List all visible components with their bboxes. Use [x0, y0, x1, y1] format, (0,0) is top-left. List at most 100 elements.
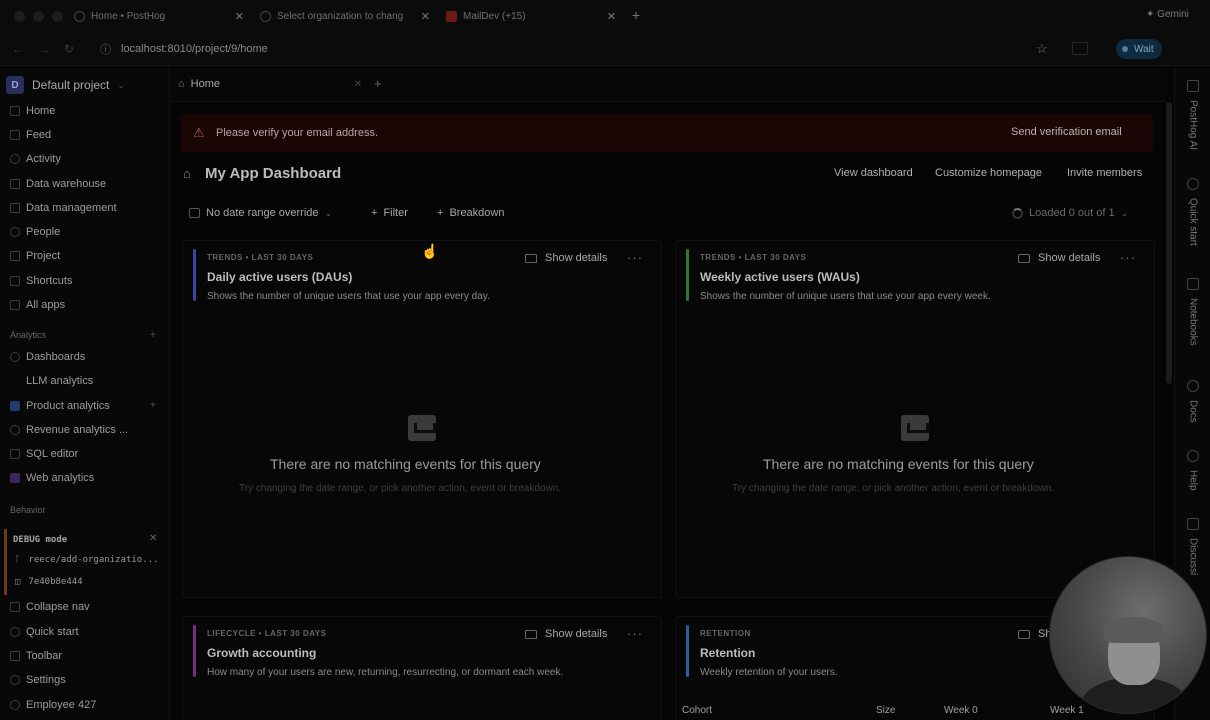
close-icon[interactable]: ✕ — [354, 79, 362, 90]
new-tab-button[interactable]: + — [632, 7, 640, 23]
sidebar-section-analytics[interactable]: Analytics — [10, 330, 46, 340]
close-tab-icon[interactable]: ✕ — [235, 10, 244, 23]
home-icon: ⌂ — [178, 78, 185, 90]
bookmark-star-icon[interactable]: ☆ — [1036, 41, 1048, 57]
site-info-icon[interactable]: ⓘ — [100, 41, 111, 57]
browser-tab-admin[interactable]: Select organization to chang ✕ — [260, 4, 430, 28]
sidebar-item-shortcuts[interactable]: Shortcuts — [10, 272, 72, 290]
wait-button[interactable]: Wait — [1116, 39, 1162, 59]
sidebar-item-quick-start[interactable]: Quick start — [10, 623, 79, 641]
sidebar-item-project[interactable]: Project — [10, 247, 60, 265]
sidebar-item-llm-analytics[interactable]: LLM analytics — [10, 372, 93, 390]
sidebar-item-feed[interactable]: Feed — [10, 126, 51, 144]
sidebar-item-label: Quick start — [26, 626, 79, 638]
forward-icon[interactable]: → — [38, 42, 50, 56]
insight-card-daus[interactable]: TRENDS • LAST 30 DAYS Daily active users… — [182, 240, 662, 598]
sidebar-item-all-apps[interactable]: All apps — [10, 296, 65, 314]
browser-tab-maildev[interactable]: MailDev (+15) ✕ — [446, 4, 616, 28]
sidebar-item-web-analytics[interactable]: Web analytics — [10, 469, 94, 487]
insight-card-growth-accounting[interactable]: LIFECYCLE • LAST 30 DAYS Growth accounti… — [182, 616, 662, 720]
close-tab-icon[interactable]: ✕ — [607, 10, 616, 23]
product-analytics-add-icon[interactable]: + — [150, 400, 156, 411]
sidebar-tab-posthog-ai[interactable]: PostHog AI — [1184, 80, 1202, 150]
view-dashboard-button[interactable]: View dashboard — [834, 167, 913, 179]
url-field[interactable]: ⓘ localhost:8010/project/9/home — [100, 41, 268, 57]
sidebar-tab-help[interactable]: Help — [1184, 450, 1202, 491]
card-title[interactable]: Weekly active users (WAUs) — [700, 270, 860, 284]
card-title[interactable]: Daily active users (DAUs) — [207, 270, 352, 284]
debug-commit-label: 7e40b8e444 — [28, 577, 83, 587]
sidebar-item-dashboards[interactable]: Dashboards — [10, 348, 85, 366]
main-scrollbar[interactable] — [1166, 102, 1172, 384]
card-title[interactable]: Growth accounting — [207, 646, 316, 660]
invite-members-button[interactable]: Invite members — [1067, 167, 1142, 179]
close-icon[interactable]: ✕ — [149, 533, 157, 544]
sidebar-item-settings[interactable]: Settings — [10, 671, 66, 689]
add-filter-button[interactable]: + Filter — [371, 207, 408, 219]
show-details-button[interactable]: Sh — [1018, 628, 1051, 640]
database-icon — [10, 179, 20, 189]
details-icon — [525, 253, 537, 263]
refresh-status-button[interactable]: Loaded 0 out of 1 ⌄ — [1012, 207, 1128, 219]
webcam-overlay — [1049, 556, 1207, 714]
right-sidebar-label: Quick start — [1187, 198, 1199, 246]
dashboard-icon — [10, 352, 20, 362]
table-header-cohort: Cohort — [682, 705, 713, 716]
show-details-button[interactable]: Show details — [525, 252, 607, 264]
browser-tab-title: Select organization to chang — [277, 10, 404, 22]
sidebar-item-people[interactable]: People — [10, 223, 60, 241]
show-details-label: Show details — [545, 252, 608, 264]
show-details-button[interactable]: Show details — [1018, 252, 1100, 264]
browser-tab-posthog[interactable]: Home • PostHog ✕ — [74, 4, 244, 28]
banner-message: Please verify your email address. — [216, 127, 379, 139]
new-scene-tab-button[interactable]: + — [374, 76, 382, 91]
sidebar-item-label: Activity — [26, 153, 61, 165]
notebook-icon — [1187, 278, 1199, 290]
show-details-button[interactable]: Show details — [525, 628, 607, 640]
card-title[interactable]: Retention — [700, 646, 755, 660]
more-options-icon[interactable]: ··· — [627, 626, 643, 641]
back-icon[interactable]: ← — [12, 42, 24, 56]
sidebar-item-label: Employee 427 — [26, 699, 97, 711]
people-icon — [10, 227, 20, 237]
sidebar-item-toolbar[interactable]: Toolbar — [10, 647, 62, 665]
apps-icon — [10, 300, 20, 310]
sidebar-item-collapse-nav[interactable]: Collapse nav — [10, 598, 90, 616]
sidebar-tab-quick-start[interactable]: Quick start — [1184, 178, 1202, 246]
sidebar-tab-docs[interactable]: Docs — [1184, 380, 1202, 423]
sidebar-item-revenue-analytics[interactable]: Revenue analytics ... — [10, 421, 128, 439]
data-management-icon — [10, 203, 20, 213]
send-verification-email-button[interactable]: Send verification email — [1011, 126, 1122, 138]
sidebar-item-home[interactable]: Home — [10, 102, 55, 120]
project-switcher[interactable]: D Default project ⌄ — [6, 76, 125, 94]
close-tab-icon[interactable]: ✕ — [421, 10, 430, 23]
reload-icon[interactable]: ↻ — [64, 42, 74, 56]
extension-icon[interactable] — [1072, 42, 1088, 55]
sidebar-tab-discussions[interactable]: Discussi — [1184, 518, 1202, 575]
analytics-add-icon[interactable]: + — [150, 330, 156, 341]
sidebar-tab-notebooks[interactable]: Notebooks — [1184, 278, 1202, 346]
add-breakdown-button[interactable]: + Breakdown — [437, 207, 504, 219]
sidebar-item-sql-editor[interactable]: SQL editor — [10, 445, 78, 463]
empty-state-subtitle: Try changing the date range, or pick ano… — [239, 483, 562, 494]
date-range-label: No date range override — [206, 207, 319, 219]
card-color-stripe — [193, 249, 196, 301]
date-range-select[interactable]: No date range override ⌄ — [189, 207, 332, 219]
dashboard-filters: No date range override ⌄ + Filter + Brea… — [181, 202, 1153, 226]
presenter-hair — [1104, 617, 1164, 643]
insight-card-waus[interactable]: TRENDS • LAST 30 DAYS Weekly active user… — [675, 240, 1155, 598]
window-controls[interactable] — [14, 11, 63, 22]
sidebar-item-data-management[interactable]: Data management — [10, 199, 117, 217]
tab-home[interactable]: ⌂ Home ✕ — [176, 74, 362, 94]
profile-gemini-button[interactable]: ✦ Gemini — [1146, 9, 1189, 20]
more-options-icon[interactable]: ··· — [1120, 250, 1136, 265]
sidebar-item-account[interactable]: Employee 427 — [10, 696, 96, 714]
customize-homepage-button[interactable]: Customize homepage — [935, 167, 1042, 179]
sidebar-item-activity[interactable]: Activity — [10, 150, 61, 168]
sidebar-item-product-analytics[interactable]: Product analytics — [10, 397, 110, 415]
sidebar-item-data-warehouse[interactable]: Data warehouse — [10, 175, 106, 193]
git-branch-icon: ᚴ — [15, 555, 21, 565]
sidebar-section-behavior[interactable]: Behavior — [10, 505, 46, 515]
debug-branch-label: reece/add-organizatio... — [28, 555, 159, 565]
more-options-icon[interactable]: ··· — [627, 250, 643, 265]
